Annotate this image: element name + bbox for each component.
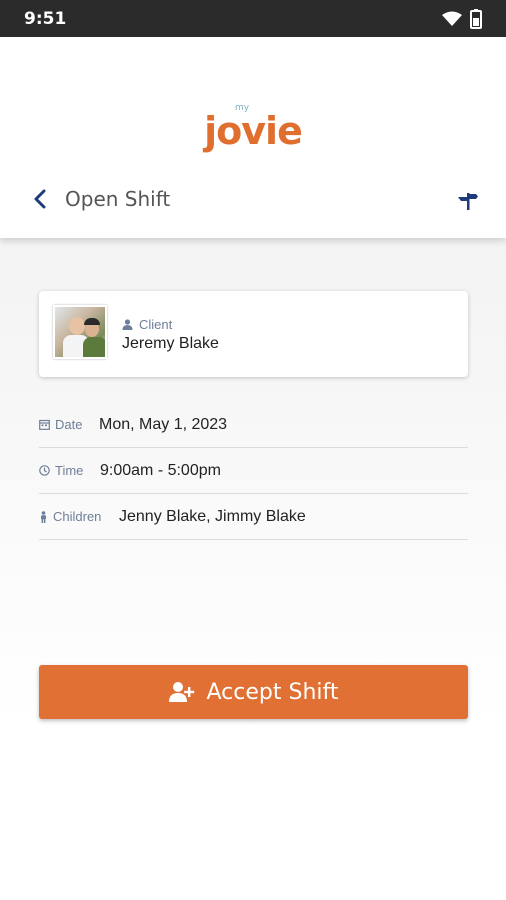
app-header: my jovie Open Shift	[0, 37, 506, 238]
person-icon	[122, 319, 133, 330]
status-time: 9:51	[24, 8, 67, 29]
clock-icon	[39, 465, 50, 476]
child-icon	[41, 510, 46, 523]
wifi-icon	[442, 11, 462, 26]
client-name: Jeremy Blake	[122, 335, 219, 352]
accept-shift-label: Accept Shift	[206, 679, 339, 705]
client-card[interactable]: Client Jeremy Blake	[39, 291, 468, 377]
time-value: 9:00am - 5:00pm	[100, 461, 221, 479]
client-label-row: Client	[122, 317, 172, 332]
page-title: Open Shift	[65, 187, 171, 211]
status-bar: 9:51	[0, 0, 506, 37]
back-button[interactable]	[26, 185, 54, 213]
date-label: Date	[55, 417, 83, 432]
children-row: Children Jenny Blake, Jimmy Blake	[39, 494, 468, 540]
children-label: Children	[53, 509, 102, 524]
signpost-icon	[458, 193, 478, 210]
children-value: Jenny Blake, Jimmy Blake	[119, 507, 306, 525]
directions-button[interactable]	[454, 187, 482, 215]
accept-shift-button[interactable]: Accept Shift	[39, 665, 468, 719]
shift-content: Client Jeremy Blake Date Mon, May 1, 202…	[0, 238, 506, 723]
battery-icon	[470, 8, 482, 29]
status-icons	[442, 8, 482, 29]
add-person-icon	[168, 682, 194, 702]
date-value: Mon, May 1, 2023	[99, 415, 228, 433]
client-label: Client	[139, 317, 173, 332]
date-label-wrap: Date	[39, 417, 99, 432]
time-row: Time 9:00am - 5:00pm	[39, 448, 468, 494]
jovie-logo: jovie	[204, 109, 303, 153]
chevron-left-icon	[34, 189, 46, 209]
time-label-wrap: Time	[39, 463, 100, 478]
date-row: Date Mon, May 1, 2023	[39, 402, 468, 448]
children-label-wrap: Children	[39, 509, 119, 524]
client-avatar	[53, 305, 107, 359]
time-label: Time	[55, 463, 84, 478]
calendar-icon	[39, 419, 50, 430]
